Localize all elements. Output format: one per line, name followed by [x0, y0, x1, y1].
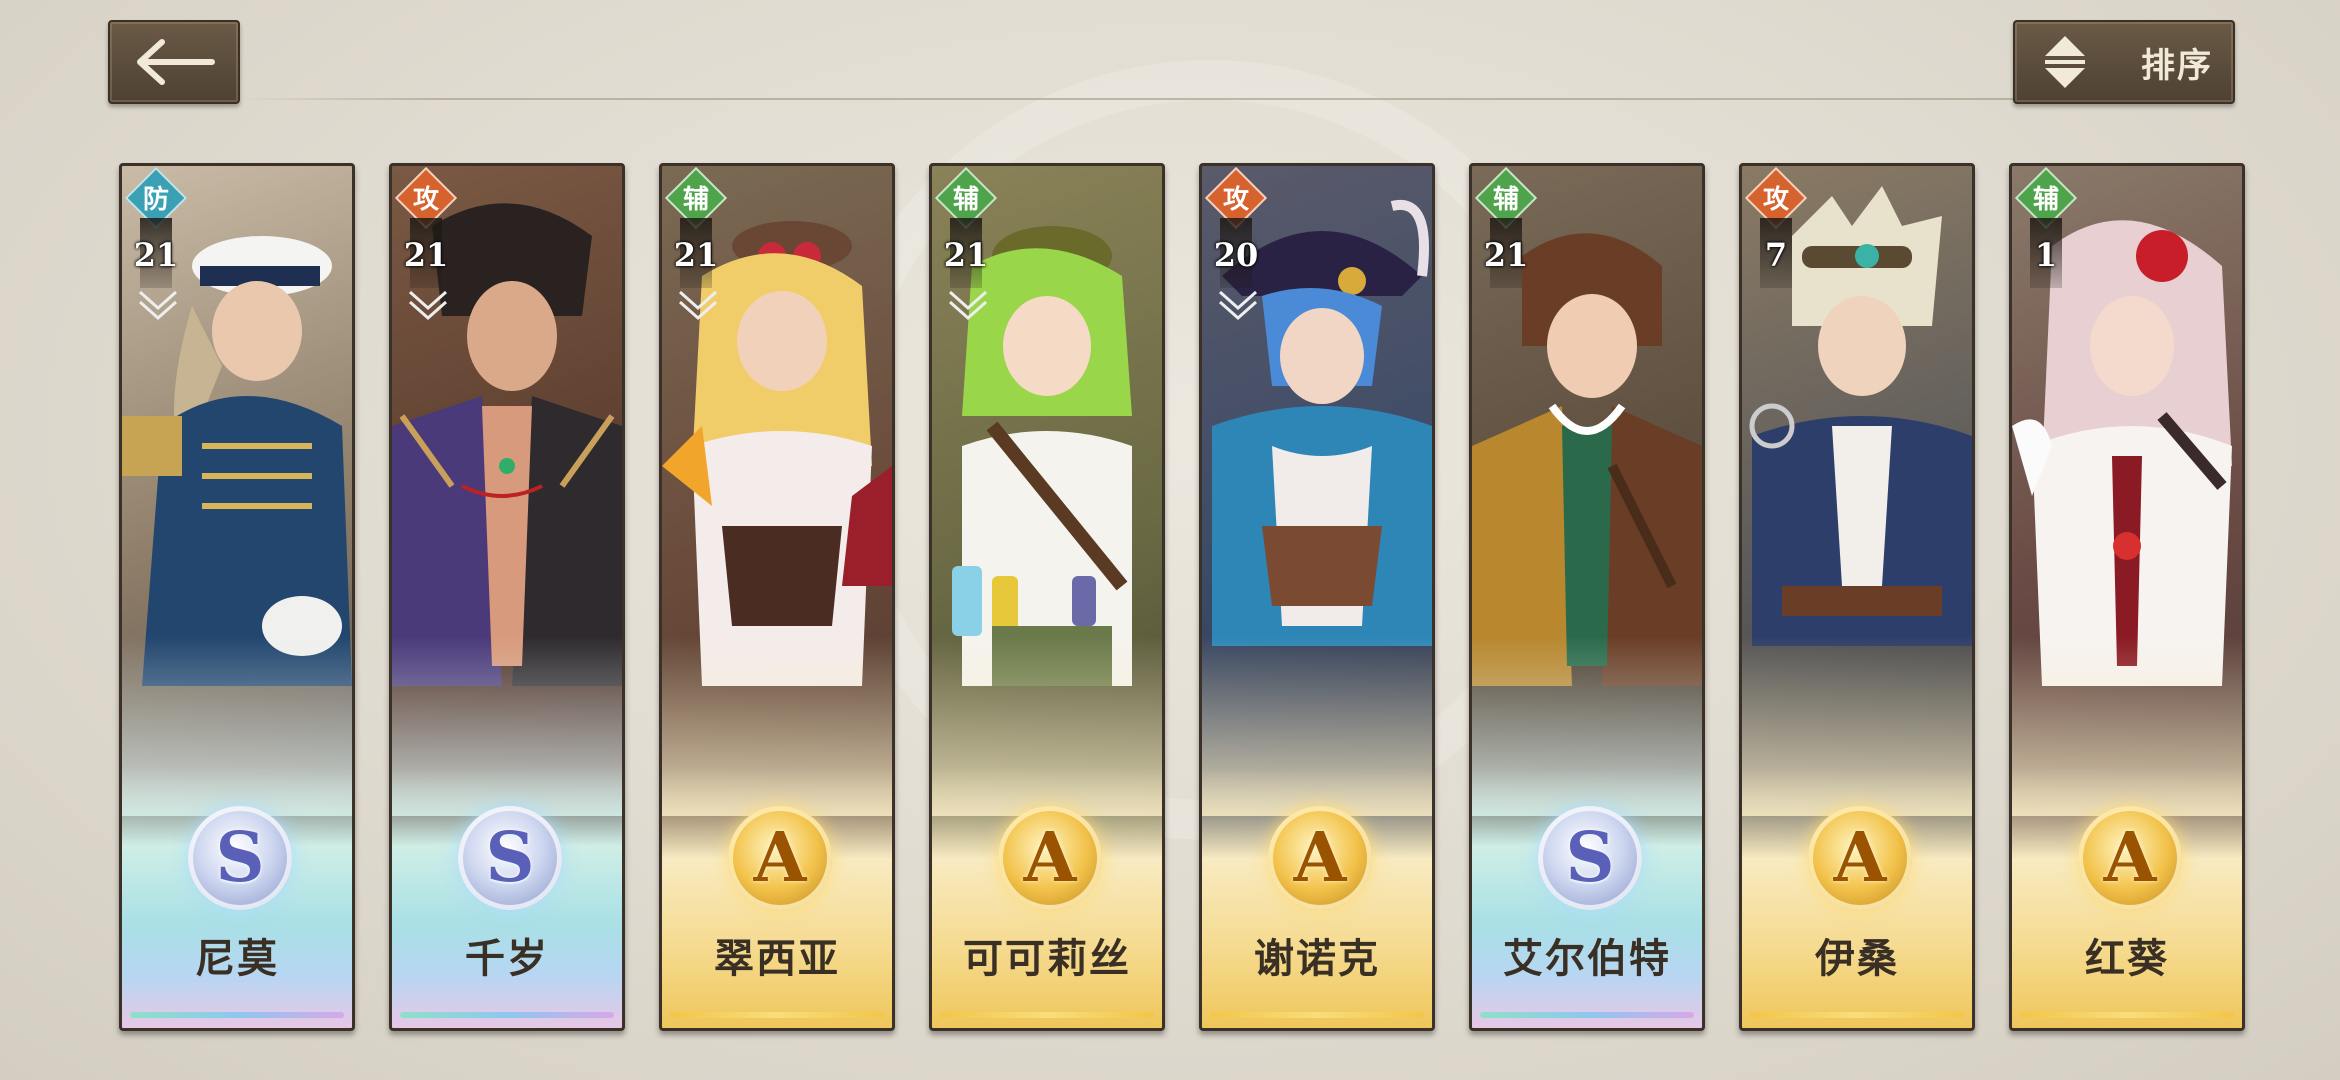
character-name: 红葵 [2085, 935, 2169, 982]
role-label: 辅 [2032, 185, 2059, 215]
character-name: 伊桑 [1815, 935, 1899, 982]
level-value: 21 [1483, 236, 1529, 274]
character-name: 谢诺克 [1254, 935, 1380, 982]
character-name: 翠西亚 [714, 935, 840, 982]
rank-a-icon: A [1808, 806, 1912, 910]
arrow-left-icon [137, 39, 215, 85]
role-label: 辅 [1492, 185, 1519, 215]
rank-a-icon: A [728, 806, 832, 910]
chevron-rank-icon [949, 290, 987, 321]
sort-label: 排序 [2141, 45, 2213, 86]
character-name: 可可莉丝 [963, 935, 1131, 982]
chevron-rank-icon [1219, 290, 1257, 321]
character-name: 艾尔伯特 [1503, 935, 1671, 982]
role-label: 攻 [412, 185, 439, 215]
rank-s-icon: S [458, 806, 562, 910]
level-value: 20 [1213, 236, 1259, 274]
chevron-rank-icon [139, 290, 177, 321]
rank-a-icon: A [998, 806, 1102, 910]
rarity-bar [1750, 1012, 1964, 1018]
rarity-bar [1480, 1012, 1694, 1018]
level-value: 21 [403, 236, 449, 274]
character-card-hongkui[interactable]: 辅 1 A 红葵 [2009, 163, 2245, 1031]
rank-s-icon: S [188, 806, 292, 910]
sort-button[interactable]: 排序 [2013, 20, 2235, 104]
rarity-bar [940, 1012, 1154, 1018]
rank-a-icon: A [2078, 806, 2182, 910]
rarity-bar [400, 1012, 614, 1018]
level-value: 21 [943, 236, 989, 274]
level-value: 1 [2034, 236, 2058, 274]
sort-up-down-icon [2043, 32, 2093, 92]
character-name: 千岁 [465, 935, 549, 982]
character-card-albert[interactable]: 辅 21 S 艾尔伯特 [1469, 163, 1705, 1031]
rarity-bar [1210, 1012, 1424, 1018]
rarity-bar [130, 1012, 344, 1018]
character-card-xienoke[interactable]: 攻 20 A 谢诺克 [1199, 163, 1435, 1031]
role-label: 攻 [1762, 185, 1789, 215]
rarity-bar [2020, 1012, 2234, 1018]
character-card-nemo[interactable]: 防 21 S 尼莫 [119, 163, 355, 1031]
header-divider [240, 98, 2240, 100]
chevron-rank-icon [409, 290, 447, 321]
back-button[interactable] [108, 20, 240, 104]
role-label: 辅 [682, 185, 709, 215]
character-card-chitose[interactable]: 攻 21 S 千岁 [389, 163, 625, 1031]
character-card-list: 防 21 S 尼莫 攻 21 S 千岁 辅 21 A 翠西亚 辅 21 A 可可… [119, 163, 2249, 1035]
level-value: 21 [133, 236, 179, 274]
character-card-tricia[interactable]: 辅 21 A 翠西亚 [659, 163, 895, 1031]
character-card-ethan[interactable]: 攻 7 A 伊桑 [1739, 163, 1975, 1031]
level-value: 7 [1764, 236, 1788, 274]
level-value: 21 [673, 236, 719, 274]
chevron-rank-icon [679, 290, 717, 321]
rank-s-icon: S [1538, 806, 1642, 910]
rarity-bar [670, 1012, 884, 1018]
character-name: 尼莫 [195, 935, 279, 982]
role-label: 攻 [1222, 185, 1249, 215]
role-label: 防 [142, 185, 169, 215]
rank-a-icon: A [1268, 806, 1372, 910]
role-label: 辅 [952, 185, 979, 215]
character-card-cocoris[interactable]: 辅 21 A 可可莉丝 [929, 163, 1165, 1031]
